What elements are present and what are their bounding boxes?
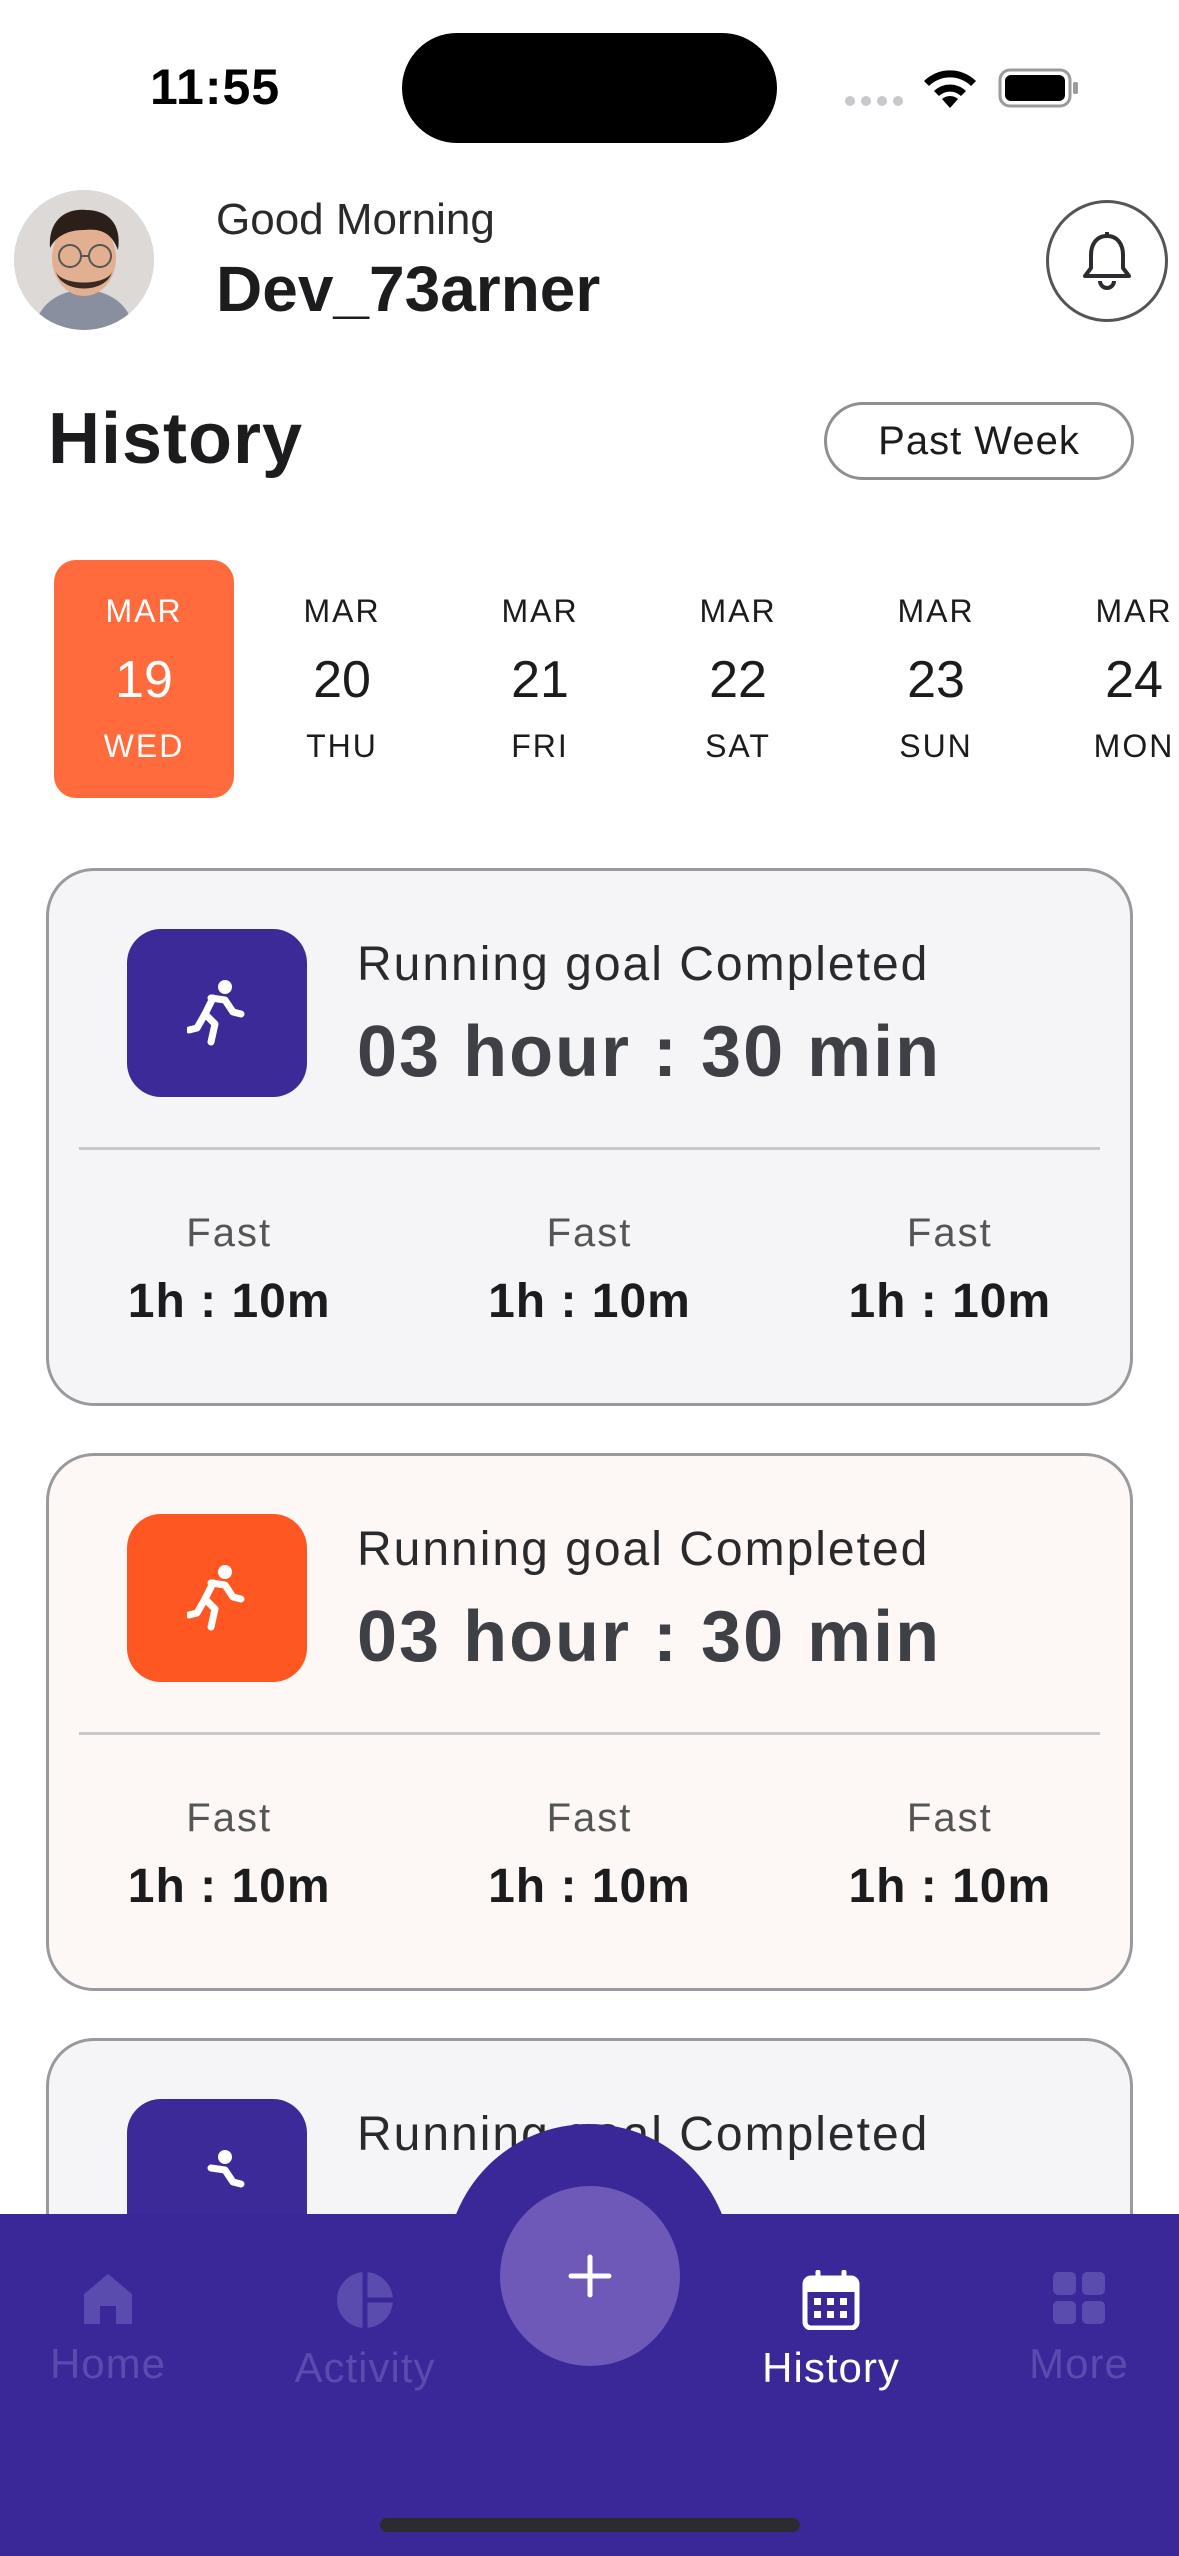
home-indicator: [380, 2518, 800, 2532]
date-day: 22: [709, 651, 767, 709]
date-month: MAR: [699, 593, 777, 629]
stat-label: Fast: [546, 1211, 633, 1255]
stat-label: Fast: [186, 1211, 273, 1255]
nav-item-home[interactable]: Home: [0, 2270, 218, 2388]
stat-item: Fast 1h : 10m: [770, 1796, 1130, 1914]
page-title: History: [48, 399, 304, 479]
stat-value: 1h : 10m: [488, 1860, 691, 1913]
date-day: 20: [313, 651, 371, 709]
calendar-icon: [802, 2270, 860, 2330]
nav-item-activity[interactable]: Activity: [255, 2270, 475, 2392]
date-month: MAR: [105, 593, 183, 629]
date-weekday: SAT: [705, 728, 771, 764]
date-item-mar-24[interactable]: MAR 24 MON: [1044, 560, 1179, 798]
wifi-icon: [924, 70, 976, 108]
range-filter-button[interactable]: Past Week: [824, 402, 1134, 480]
nav-item-more[interactable]: More: [969, 2270, 1179, 2388]
date-month: MAR: [1095, 593, 1173, 629]
stat-label: Fast: [186, 1796, 273, 1840]
stat-item: Fast 1h : 10m: [49, 1796, 409, 1914]
card-icon-box: [127, 1514, 307, 1682]
date-day: 19: [115, 651, 173, 709]
username: Dev_73arner: [216, 253, 601, 325]
stat-value: 1h : 10m: [848, 1860, 1052, 1913]
stat-item: Fast 1h : 10m: [770, 1211, 1130, 1329]
date-month: MAR: [501, 593, 579, 629]
avatar-illustration: [14, 190, 154, 330]
nav-item-history[interactable]: History: [721, 2270, 941, 2392]
nav-label: History: [762, 2344, 900, 2391]
date-item-mar-23[interactable]: MAR 23 SUN: [846, 560, 1026, 798]
bell-icon: [1083, 232, 1131, 290]
date-strip[interactable]: MAR 19 WED MAR 20 THU MAR 21 FRI MAR 22 …: [54, 560, 1179, 800]
greeting-text: Good Morning: [216, 195, 495, 244]
card-duration: 03 hour : 30 min: [357, 1597, 942, 1677]
date-weekday: SUN: [899, 728, 973, 764]
card-divider: [79, 1732, 1100, 1735]
stat-value: 1h : 10m: [127, 1275, 331, 1328]
date-month: MAR: [897, 593, 975, 629]
nav-label: Activity: [294, 2344, 436, 2391]
date-weekday: WED: [103, 728, 185, 764]
stat-label: Fast: [546, 1796, 633, 1840]
add-button[interactable]: [500, 2186, 680, 2366]
card-stats: Fast 1h : 10m Fast 1h : 10m Fast 1h : 10…: [49, 1211, 1130, 1329]
running-icon: [187, 1565, 245, 1631]
notifications-button[interactable]: [1046, 200, 1168, 322]
card-icon-box: [127, 929, 307, 1097]
stat-item: Fast 1h : 10m: [49, 1211, 409, 1329]
date-month: MAR: [303, 593, 381, 629]
dynamic-island: [402, 33, 777, 143]
status-time: 11:55: [150, 59, 281, 115]
activity-card[interactable]: Running goal Completed 03 hour : 30 min …: [46, 868, 1133, 1406]
stat-value: 1h : 10m: [488, 1275, 691, 1328]
stat-item: Fast 1h : 10m: [409, 1211, 769, 1329]
date-day: 23: [907, 651, 965, 709]
pie-chart-icon: [337, 2272, 393, 2328]
plus-icon: [568, 2254, 612, 2298]
stat-value: 1h : 10m: [848, 1275, 1052, 1328]
card-label: Running goal Completed: [357, 938, 930, 991]
stat-value: 1h : 10m: [127, 1860, 331, 1913]
date-item-mar-22[interactable]: MAR 22 SAT: [648, 560, 828, 798]
status-bar: 11:55: [0, 0, 1179, 170]
date-day: 21: [511, 651, 569, 709]
date-weekday: THU: [306, 728, 378, 764]
stat-label: Fast: [906, 1211, 993, 1255]
date-weekday: MON: [1093, 728, 1175, 764]
avatar[interactable]: [14, 190, 154, 330]
date-item-mar-19[interactable]: MAR 19 WED: [54, 560, 234, 798]
stat-label: Fast: [906, 1796, 993, 1840]
home-icon: [84, 2274, 132, 2324]
activity-card[interactable]: Running goal Completed 03 hour : 30 min …: [46, 1453, 1133, 1991]
nav-label: Home: [49, 2340, 167, 2387]
card-label: Running goal Completed: [357, 1523, 930, 1576]
running-icon: [187, 980, 245, 1046]
date-item-mar-21[interactable]: MAR 21 FRI: [450, 560, 630, 798]
running-icon: [207, 2150, 245, 2188]
nav-label: More: [1029, 2340, 1129, 2387]
card-duration: 03 hour : 30 min: [357, 1012, 942, 1092]
card-stats: Fast 1h : 10m Fast 1h : 10m Fast 1h : 10…: [49, 1796, 1130, 1914]
grid-icon: [1053, 2272, 1105, 2324]
signal-icon: [845, 96, 903, 106]
date-day: 24: [1105, 651, 1163, 709]
date-item-mar-20[interactable]: MAR 20 THU: [252, 560, 432, 798]
date-weekday: FRI: [511, 728, 569, 764]
card-divider: [79, 1147, 1100, 1150]
stat-item: Fast 1h : 10m: [409, 1796, 769, 1914]
battery-icon: [998, 68, 1078, 108]
